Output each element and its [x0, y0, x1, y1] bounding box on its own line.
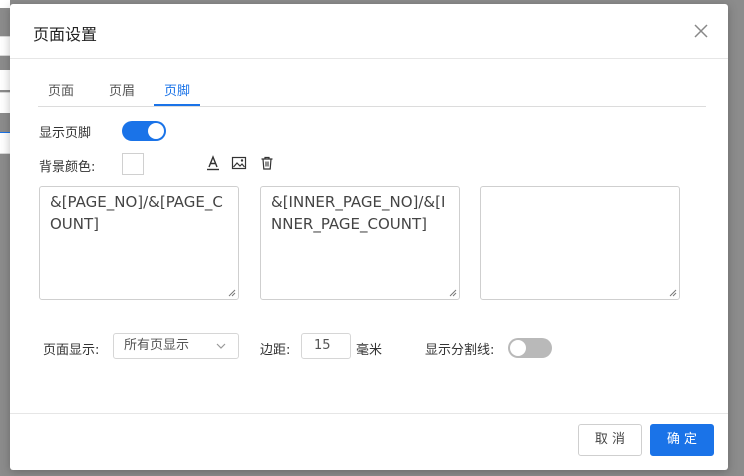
resize-grip-icon[interactable]	[669, 289, 677, 297]
close-icon	[694, 24, 708, 38]
bg-color-swatch[interactable]	[122, 153, 144, 175]
background-app-fragment	[0, 132, 10, 154]
resize-grip-icon[interactable]	[228, 289, 236, 297]
dialog-footer: 取 消 确 定	[10, 413, 728, 470]
page-display-value: 所有页显示	[124, 338, 190, 353]
background-app-fragment	[0, 70, 10, 90]
close-button[interactable]	[692, 22, 710, 40]
page-display-label: 页面显示:	[43, 343, 100, 358]
margin-label: 边距:	[260, 343, 291, 358]
dialog-header: 页面设置	[10, 4, 728, 59]
footer-right-textarea[interactable]	[480, 186, 680, 300]
delete-bg-button[interactable]	[259, 155, 275, 171]
cancel-button[interactable]: 取 消	[578, 424, 642, 456]
text-color-icon	[207, 155, 219, 171]
chevron-down-icon	[216, 343, 226, 349]
divider-label: 显示分割线:	[425, 343, 495, 358]
margin-unit: 毫米	[356, 343, 383, 358]
footer-center-text: &[INNER_PAGE_NO]/&[INNER_PAGE_COUNT]	[271, 193, 446, 233]
margin-input[interactable]: 15	[301, 333, 351, 359]
dialog-title: 页面设置	[33, 25, 98, 44]
toggle-knob	[148, 123, 164, 139]
tab-bar: 页面 页眉 页脚	[38, 82, 706, 107]
footer-center-textarea[interactable]: &[INNER_PAGE_NO]/&[INNER_PAGE_COUNT]	[260, 186, 460, 300]
show-footer-toggle[interactable]	[122, 121, 166, 141]
footer-left-textarea[interactable]: &[PAGE_NO]/&[PAGE_COUNT]	[39, 186, 239, 300]
page-display-select[interactable]: 所有页显示	[113, 333, 239, 359]
trash-icon	[261, 156, 273, 170]
page-settings-dialog: 页面设置 页面 页眉 页脚 显示页脚 背景颜色: &[PAGE_NO]/&[PA…	[10, 4, 728, 470]
background-app-fragment	[0, 36, 10, 56]
text-color-button[interactable]	[205, 155, 221, 171]
bg-color-label: 背景颜色:	[39, 160, 96, 175]
resize-grip-icon[interactable]	[449, 289, 457, 297]
tab-footer[interactable]: 页脚	[154, 82, 201, 106]
tab-page[interactable]: 页面	[38, 82, 84, 104]
image-icon	[231, 156, 247, 170]
background-app-fragment	[0, 92, 10, 113]
bg-image-button[interactable]	[231, 155, 247, 171]
show-footer-label: 显示页脚	[39, 126, 92, 141]
background-app-fragment	[0, 0, 10, 8]
divider-toggle[interactable]	[508, 338, 552, 358]
tab-header[interactable]: 页眉	[99, 82, 145, 104]
footer-left-text: &[PAGE_NO]/&[PAGE_COUNT]	[50, 193, 223, 233]
ok-button[interactable]: 确 定	[650, 424, 714, 456]
toggle-knob	[510, 340, 526, 356]
